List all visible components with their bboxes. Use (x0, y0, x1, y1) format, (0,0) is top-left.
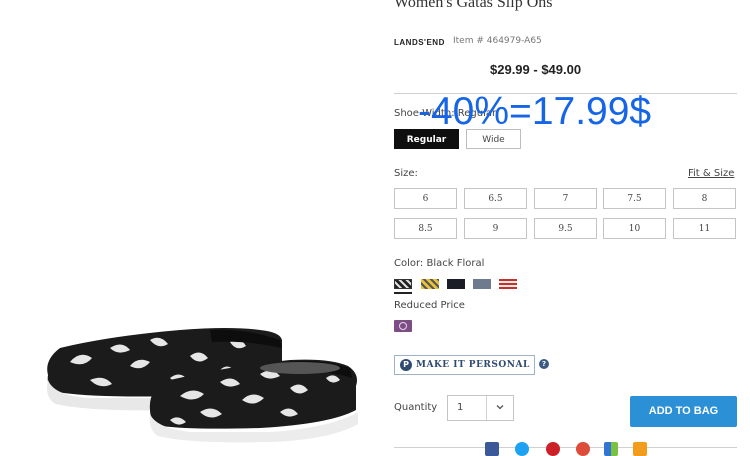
size-option-6.5[interactable]: 6.5 (464, 188, 527, 209)
make-it-personal-button[interactable]: P MAKE IT PERSONAL (394, 355, 535, 375)
size-option-8.5[interactable]: 8.5 (394, 218, 457, 239)
size-option-9.5[interactable]: 9.5 (534, 218, 597, 239)
size-label: Size: (394, 168, 418, 179)
product-image (47, 328, 358, 443)
swatch-slate-gray[interactable] (473, 279, 491, 289)
size-option-7[interactable]: 7 (534, 188, 597, 209)
size-option-6[interactable]: 6 (394, 188, 457, 209)
add-to-bag-button[interactable]: ADD TO BAG (630, 396, 737, 427)
reduced-price-label: Reduced Price (394, 300, 465, 311)
swatch-black-floral[interactable] (394, 279, 412, 289)
swatch-pattern-ring (399, 322, 407, 330)
pinterest-icon[interactable] (546, 442, 560, 456)
selected-swatch-indicator (394, 292, 412, 294)
divider (394, 447, 737, 448)
swatch-yellow-floral[interactable] (421, 279, 439, 289)
fit-size-link[interactable]: Fit & Size (688, 168, 734, 179)
size-option-10[interactable]: 10 (603, 218, 666, 239)
quantity-value: 1 (457, 402, 464, 413)
swatch-red-stripe[interactable] (499, 279, 517, 289)
googleplus-icon[interactable] (576, 442, 590, 456)
twitter-icon[interactable] (515, 442, 529, 456)
product-title: Women's Gatas Slip Ons (394, 0, 553, 11)
facebook-icon[interactable] (485, 442, 499, 456)
quantity-select[interactable]: 1 (447, 395, 514, 421)
brand-logo: LANDS'END (394, 38, 445, 47)
size-option-9[interactable]: 9 (464, 218, 527, 239)
help-icon[interactable]: ? (539, 359, 549, 369)
quantity-divider (486, 396, 487, 420)
personalize-badge-icon: P (400, 359, 412, 371)
size-option-8[interactable]: 8 (673, 188, 736, 209)
swatch-black[interactable] (447, 279, 465, 289)
email-icon[interactable] (633, 442, 647, 456)
chevron-down-icon (496, 405, 504, 410)
color-label: Color: Black Floral (394, 258, 485, 269)
price-range: $29.99 - $49.00 (490, 62, 582, 77)
size-option-7.5[interactable]: 7.5 (603, 188, 666, 209)
quantity-label: Quantity (394, 402, 438, 413)
discount-overlay-text: -40%=17.99$ (418, 90, 652, 133)
item-number: Item # 464979-A65 (453, 36, 542, 46)
size-option-11[interactable]: 11 (673, 218, 736, 239)
make-it-personal-label: MAKE IT PERSONAL (416, 360, 530, 370)
delicious-icon[interactable] (604, 442, 618, 456)
